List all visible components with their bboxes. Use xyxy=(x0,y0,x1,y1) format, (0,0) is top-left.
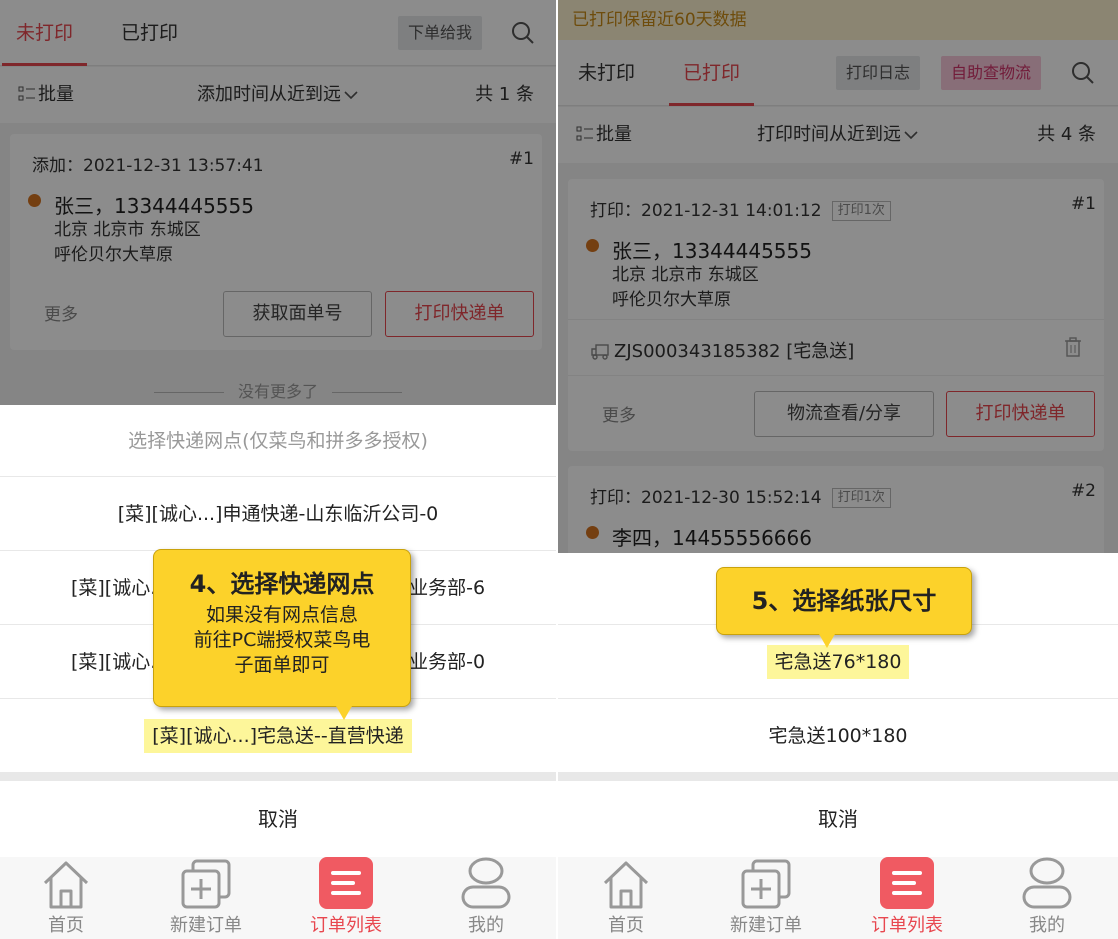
tabbar-new-order[interactable]: 新建订单 xyxy=(146,857,266,939)
tabbar-home[interactable]: 首页 xyxy=(6,857,126,939)
tabbar-order-list[interactable]: 订单列表 xyxy=(847,857,967,939)
tabbar-label: 订单列表 xyxy=(871,915,943,936)
stage: 未打印 已打印 下单给我 添加时间从近到远 批量 共 1 条 添加：2021-1… xyxy=(0,0,1118,939)
bottom-tabbar: 首页 新建订单 订单列表 我的 xyxy=(0,857,556,939)
callout-line: 子面单即可 xyxy=(234,654,330,676)
home-icon xyxy=(43,861,89,909)
tabbar-mine[interactable]: 我的 xyxy=(987,857,1107,939)
cancel-button[interactable]: 取消 xyxy=(0,781,556,857)
tabbar-label: 新建订单 xyxy=(170,915,242,936)
highlight: [菜][诚心...]宅急送--直营快递 xyxy=(144,719,412,753)
tabbar-label: 新建订单 xyxy=(730,915,802,936)
step-4-callout: 4、选择快递网点 如果没有网点信息 前往PC端授权菜鸟电 子面单即可 xyxy=(153,549,411,720)
callout-line: 如果没有网点信息 xyxy=(205,604,358,626)
sheet-gap xyxy=(558,773,1118,781)
callout-line: 前往PC端授权菜鸟电 xyxy=(193,629,371,651)
outlet-option[interactable]: [菜][诚心...]申通快递-山东临沂公司-0 xyxy=(0,477,556,551)
paper-size-option-selected[interactable]: 宅急送76*180 xyxy=(558,625,1118,699)
user-icon xyxy=(1022,857,1072,909)
paper-size-option[interactable]: 宅急送100*180 xyxy=(558,699,1118,773)
tabbar-home[interactable]: 首页 xyxy=(566,857,686,939)
tabbar-label: 首页 xyxy=(608,915,644,936)
tabbar-order-list[interactable]: 订单列表 xyxy=(286,857,406,939)
modal-backdrop[interactable] xyxy=(558,0,1118,553)
home-icon xyxy=(603,861,649,909)
order-list-icon xyxy=(880,857,934,909)
modal-backdrop[interactable] xyxy=(0,0,556,405)
sheet-gap xyxy=(0,773,556,781)
callout-title: 4、选择快递网点 xyxy=(189,570,375,598)
outlet-option-selected[interactable]: [菜][诚心...]宅急送--直营快递 xyxy=(0,699,556,773)
bottom-tabbar: 首页 新建订单 订单列表 我的 xyxy=(558,857,1118,939)
tabbar-label: 我的 xyxy=(468,915,504,936)
tabbar-label: 我的 xyxy=(1029,915,1065,936)
callout-tail xyxy=(819,634,835,648)
right-screen: 未打印 已打印 打印日志 自助查物流 已打印保留近60天数据 打印时间从近到远 … xyxy=(558,0,1118,939)
tabbar-mine[interactable]: 我的 xyxy=(426,857,546,939)
left-screen: 未打印 已打印 下单给我 添加时间从近到远 批量 共 1 条 添加：2021-1… xyxy=(0,0,556,939)
tabbar-new-order[interactable]: 新建订单 xyxy=(706,857,826,939)
tabbar-label: 首页 xyxy=(48,915,84,936)
cancel-button[interactable]: 取消 xyxy=(558,781,1118,857)
tabbar-label: 订单列表 xyxy=(310,915,382,936)
sheet-title: 选择快递网点(仅菜鸟和拼多多授权) xyxy=(0,405,556,477)
callout-title: 5、选择纸张尺寸 xyxy=(751,587,937,615)
callout-tail xyxy=(336,706,352,720)
new-order-icon xyxy=(741,859,791,909)
order-list-icon xyxy=(319,857,373,909)
new-order-icon xyxy=(181,859,231,909)
step-5-callout: 5、选择纸张尺寸 xyxy=(716,567,972,648)
highlight: 宅急送76*180 xyxy=(766,645,910,679)
user-icon xyxy=(461,857,511,909)
